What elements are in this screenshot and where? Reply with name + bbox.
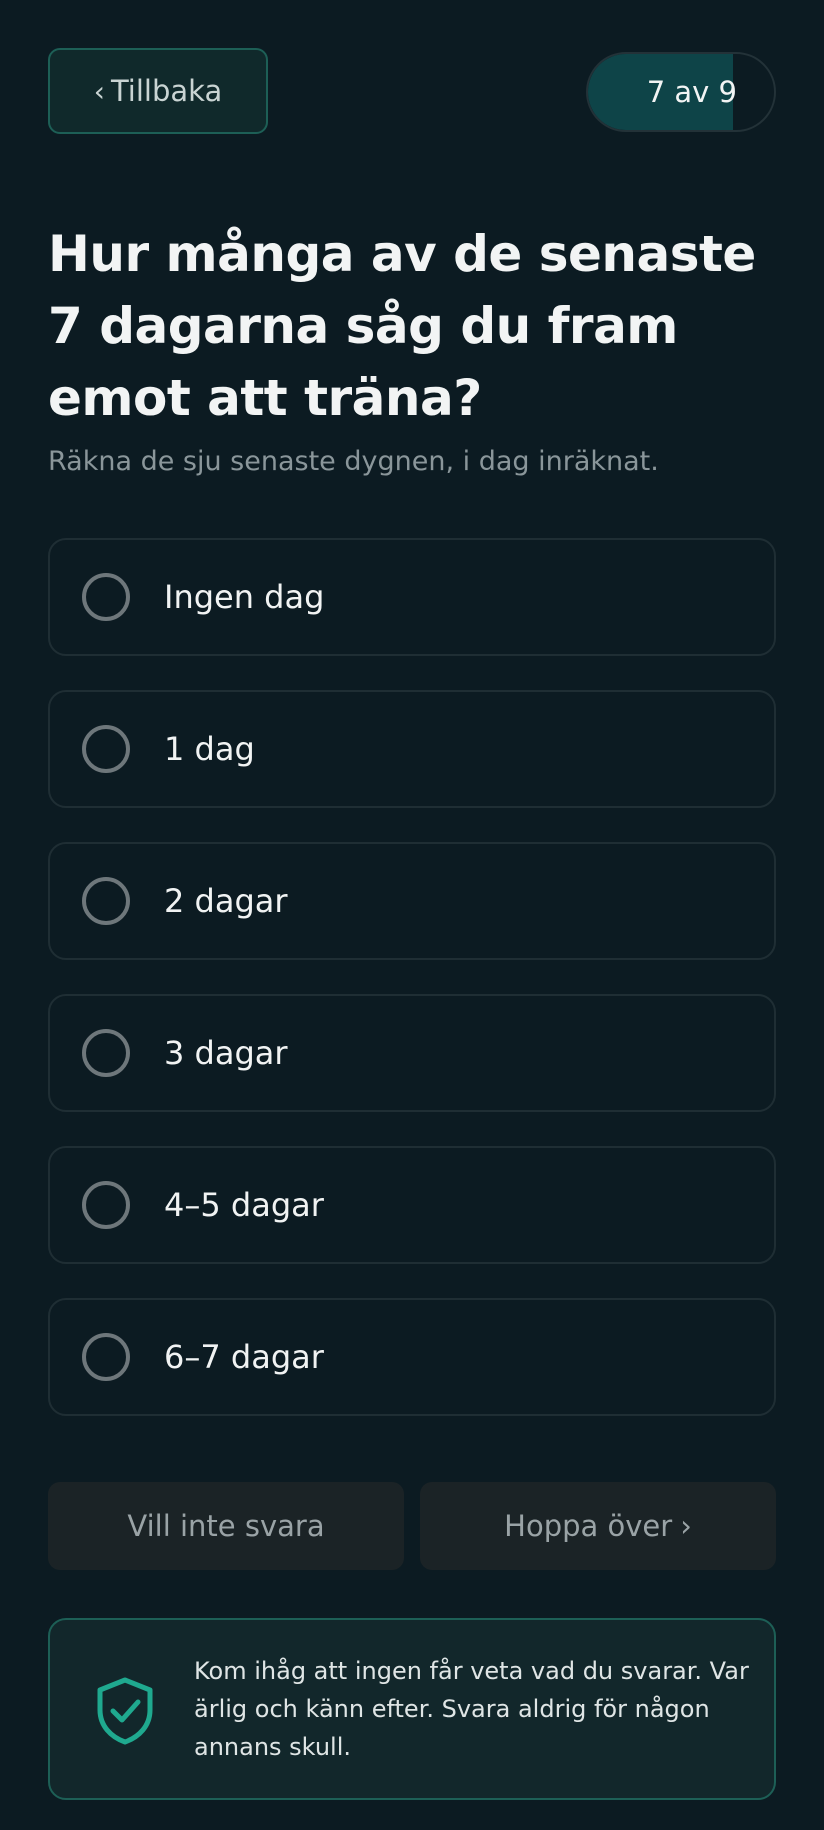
progress-indicator: 7 av 9 [586, 52, 776, 132]
skip-button[interactable]: Hoppa över › [420, 1482, 776, 1570]
back-button-label: Tillbaka [110, 74, 223, 108]
answer-option[interactable]: 6–7 dagar [48, 1298, 776, 1416]
radio-icon[interactable] [82, 573, 130, 621]
decline-answer-button[interactable]: Vill inte svara [48, 1482, 404, 1570]
chevron-right-icon: › [680, 1509, 692, 1543]
secondary-actions: Vill inte svara Hoppa över › [48, 1482, 776, 1570]
radio-icon[interactable] [82, 877, 130, 925]
answer-option[interactable]: 4–5 dagar [48, 1146, 776, 1264]
answer-option[interactable]: 2 dagar [48, 842, 776, 960]
answer-option-label: 3 dagar [164, 1034, 288, 1072]
radio-icon[interactable] [82, 1333, 130, 1381]
privacy-notice: Kom ihåg att ingen får veta vad du svara… [48, 1618, 776, 1800]
answer-option[interactable]: 3 dagar [48, 994, 776, 1112]
answer-options: Ingen dag 1 dag 2 dagar 3 dagar 4–5 daga… [48, 538, 776, 1450]
privacy-notice-text: Kom ihåg att ingen får veta vad du svara… [194, 1657, 749, 1761]
shield-check-icon [97, 1677, 153, 1745]
answer-option[interactable]: 1 dag [48, 690, 776, 808]
skip-label: Hoppa över [504, 1509, 673, 1543]
answer-option-label: 4–5 dagar [164, 1186, 324, 1224]
chevron-left-icon: ‹ [93, 74, 105, 108]
answer-option[interactable]: Ingen dag [48, 538, 776, 656]
back-button[interactable]: ‹ Tillbaka [48, 48, 268, 134]
answer-option-label: 6–7 dagar [164, 1338, 324, 1376]
top-bar: ‹ Tillbaka 7 av 9 [48, 48, 776, 136]
radio-icon[interactable] [82, 1029, 130, 1077]
question-hint: Räkna de sju senaste dygnen, i dag inräk… [48, 446, 659, 477]
progress-label: 7 av 9 [646, 75, 737, 109]
radio-icon[interactable] [82, 1181, 130, 1229]
question-title: Hur många av de senaste 7 dagarna såg du… [48, 225, 756, 427]
decline-answer-label: Vill inte svara [127, 1509, 325, 1543]
radio-icon[interactable] [82, 725, 130, 773]
answer-option-label: 2 dagar [164, 882, 288, 920]
answer-option-label: 1 dag [164, 730, 255, 768]
answer-option-label: Ingen dag [164, 578, 325, 616]
